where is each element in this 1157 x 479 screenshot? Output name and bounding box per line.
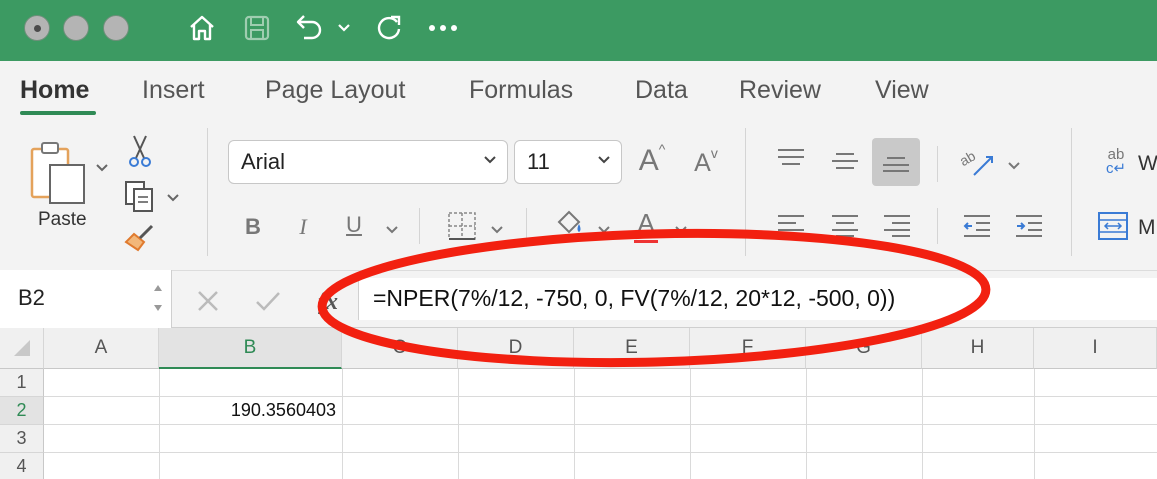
minimize-window-button[interactable] [63, 15, 89, 41]
save-icon[interactable] [241, 12, 273, 44]
font-size-select[interactable]: 11 [514, 140, 622, 184]
column-header-b[interactable]: B [159, 328, 342, 369]
formula-text: =NPER(7%/12, -750, 0, FV(7%/12, 20*12, -… [373, 285, 896, 311]
column-header-a[interactable]: A [44, 328, 159, 369]
ribbon-separator [1071, 128, 1072, 256]
caret-down-small-icon: v [710, 145, 718, 161]
italic-button[interactable]: I [290, 212, 316, 242]
bold-button[interactable]: B [240, 212, 266, 242]
merge-label[interactable]: M [1138, 214, 1157, 242]
row-header-3[interactable]: 3 [0, 425, 44, 453]
tab-page-layout[interactable]: Page Layout [265, 76, 405, 105]
cut-icon[interactable] [126, 134, 154, 168]
tab-view[interactable]: View [875, 76, 929, 105]
select-all-corner[interactable] [0, 328, 44, 369]
wrap-arrow-icon: c↵ [1105, 160, 1127, 177]
paste-label: Paste [38, 209, 87, 230]
more-icon[interactable] [427, 12, 459, 44]
redo-icon[interactable] [373, 12, 405, 44]
undo-dropdown-chevron-icon[interactable] [334, 12, 354, 44]
tab-data[interactable]: Data [635, 76, 688, 105]
align-bottom-button[interactable] [872, 138, 920, 186]
undo-icon[interactable] [294, 12, 326, 44]
fill-color-options-chevron-icon[interactable] [597, 222, 611, 240]
column-header-i[interactable]: I [1034, 328, 1157, 369]
decrease-indent-icon[interactable] [960, 210, 994, 240]
paste-button[interactable] [28, 138, 90, 208]
fill-color-icon[interactable] [553, 206, 587, 242]
gridline [44, 452, 1157, 453]
column-header-g[interactable]: G [806, 328, 922, 369]
underline-options-chevron-icon[interactable] [385, 222, 399, 240]
shrink-font-icon: A [694, 148, 711, 177]
font-name-select[interactable]: Arial [228, 140, 508, 184]
grow-font-icon: A [638, 144, 659, 177]
column-header-f[interactable]: F [690, 328, 806, 369]
row-header-1[interactable]: 1 [0, 369, 44, 397]
zoom-window-button[interactable] [103, 15, 129, 41]
caret-up-icon: ^ [658, 141, 666, 157]
ribbon-separator [419, 208, 420, 244]
format-painter-icon[interactable] [122, 222, 158, 254]
orientation-options-chevron-icon[interactable] [1007, 158, 1021, 176]
column-header-c[interactable]: C [342, 328, 458, 369]
row-header-4[interactable]: 4 [0, 453, 44, 479]
merge-icon[interactable] [1096, 210, 1130, 242]
font-size-value: 11 [527, 149, 550, 174]
increase-indent-icon[interactable] [1012, 210, 1046, 240]
cancel-icon[interactable] [192, 286, 224, 316]
orientation-icon[interactable]: ab [958, 144, 998, 180]
active-tab-indicator [20, 111, 96, 115]
align-bottom-icon [883, 157, 909, 172]
align-center-icon[interactable] [828, 210, 862, 240]
font-color-swatch [634, 239, 658, 243]
ribbon-separator [937, 146, 938, 182]
close-window-button[interactable] [24, 15, 50, 41]
column-header-h[interactable]: H [922, 328, 1034, 369]
name-box-stepper[interactable] [150, 278, 166, 318]
svg-text:ab: ab [958, 147, 978, 169]
grow-font-button[interactable]: A ^ [634, 141, 670, 180]
ribbon-separator [207, 128, 208, 256]
enter-icon[interactable] [252, 286, 284, 316]
font-color-button[interactable]: A [631, 206, 661, 244]
chevron-down-icon [598, 156, 610, 164]
paste-options-chevron-icon[interactable] [95, 160, 109, 178]
column-header-d[interactable]: D [458, 328, 574, 369]
copy-icon[interactable] [122, 178, 158, 214]
align-top-icon[interactable] [774, 144, 808, 174]
font-color-icon: A [637, 207, 655, 238]
ribbon-separator [937, 208, 938, 244]
insert-function-button[interactable]: fx [312, 286, 344, 318]
name-box-value: B2 [18, 285, 45, 310]
tab-insert[interactable]: Insert [142, 76, 205, 105]
chevron-down-icon [484, 156, 496, 164]
home-icon[interactable] [186, 12, 218, 44]
underline-button[interactable]: U [341, 210, 367, 240]
row-header-2[interactable]: 2 [0, 397, 44, 425]
borders-icon[interactable] [446, 210, 478, 242]
font-name-value: Arial [241, 149, 286, 174]
tab-review[interactable]: Review [739, 76, 821, 105]
ribbon-separator [745, 128, 746, 256]
copy-options-chevron-icon[interactable] [166, 190, 180, 208]
title-bar [0, 0, 1157, 61]
align-middle-icon[interactable] [828, 146, 862, 176]
ribbon-separator [526, 208, 527, 244]
wrap-text-icon[interactable]: ab c↵ [1096, 144, 1136, 180]
column-header-e[interactable]: E [574, 328, 690, 369]
tab-home[interactable]: Home [20, 76, 89, 105]
shrink-font-button[interactable]: Av [688, 145, 724, 180]
align-right-icon[interactable] [880, 210, 914, 240]
gridline [44, 424, 1157, 425]
cell-b2[interactable]: 190.3560403 [159, 396, 342, 424]
wrap-text-label[interactable]: W [1138, 150, 1157, 178]
borders-options-chevron-icon[interactable] [490, 222, 504, 240]
font-color-options-chevron-icon[interactable] [674, 222, 688, 240]
tab-formulas[interactable]: Formulas [469, 76, 573, 105]
align-left-icon[interactable] [774, 210, 808, 240]
